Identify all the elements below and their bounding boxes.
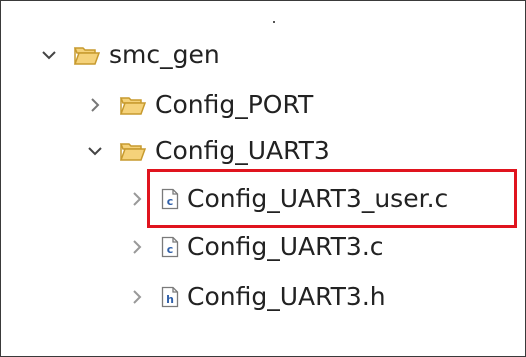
folder-open-icon <box>119 140 147 162</box>
h-file-glyph: h <box>166 293 174 306</box>
tree-item-label: smc_gen <box>109 40 220 69</box>
project-explorer-tree: smc_gen Config_PORT Config_UART3 c Confi… <box>0 0 526 357</box>
highlight-box <box>147 169 517 228</box>
h-file-icon: h <box>161 286 179 308</box>
folder-open-icon <box>73 44 101 66</box>
tree-item-label: Config_UART3 <box>155 136 330 165</box>
tree-item-label: Config_UART3.h <box>187 282 386 311</box>
chevron-right-icon[interactable] <box>125 227 149 267</box>
tree-item-label: Config_UART3.c <box>187 232 384 261</box>
tree-item-config-uart3-c[interactable]: c Config_UART3.c <box>125 227 384 267</box>
c-file-glyph: c <box>167 243 174 256</box>
chevron-right-icon[interactable] <box>83 85 107 125</box>
chevron-right-icon[interactable] <box>125 179 149 219</box>
chevron-down-icon[interactable] <box>37 35 61 75</box>
decorative-dot <box>273 21 275 23</box>
tree-item-config-uart3-h[interactable]: h Config_UART3.h <box>125 277 386 317</box>
tree-item-config-port[interactable]: Config_PORT <box>83 85 313 125</box>
tree-item-config-uart3[interactable]: Config_UART3 <box>83 131 330 171</box>
folder-open-icon <box>119 94 147 116</box>
tree-item-smc-gen[interactable]: smc_gen <box>37 35 220 75</box>
chevron-right-icon[interactable] <box>125 277 149 317</box>
c-file-icon: c <box>161 236 179 258</box>
chevron-down-icon[interactable] <box>83 131 107 171</box>
tree-item-label: Config_PORT <box>155 90 314 119</box>
